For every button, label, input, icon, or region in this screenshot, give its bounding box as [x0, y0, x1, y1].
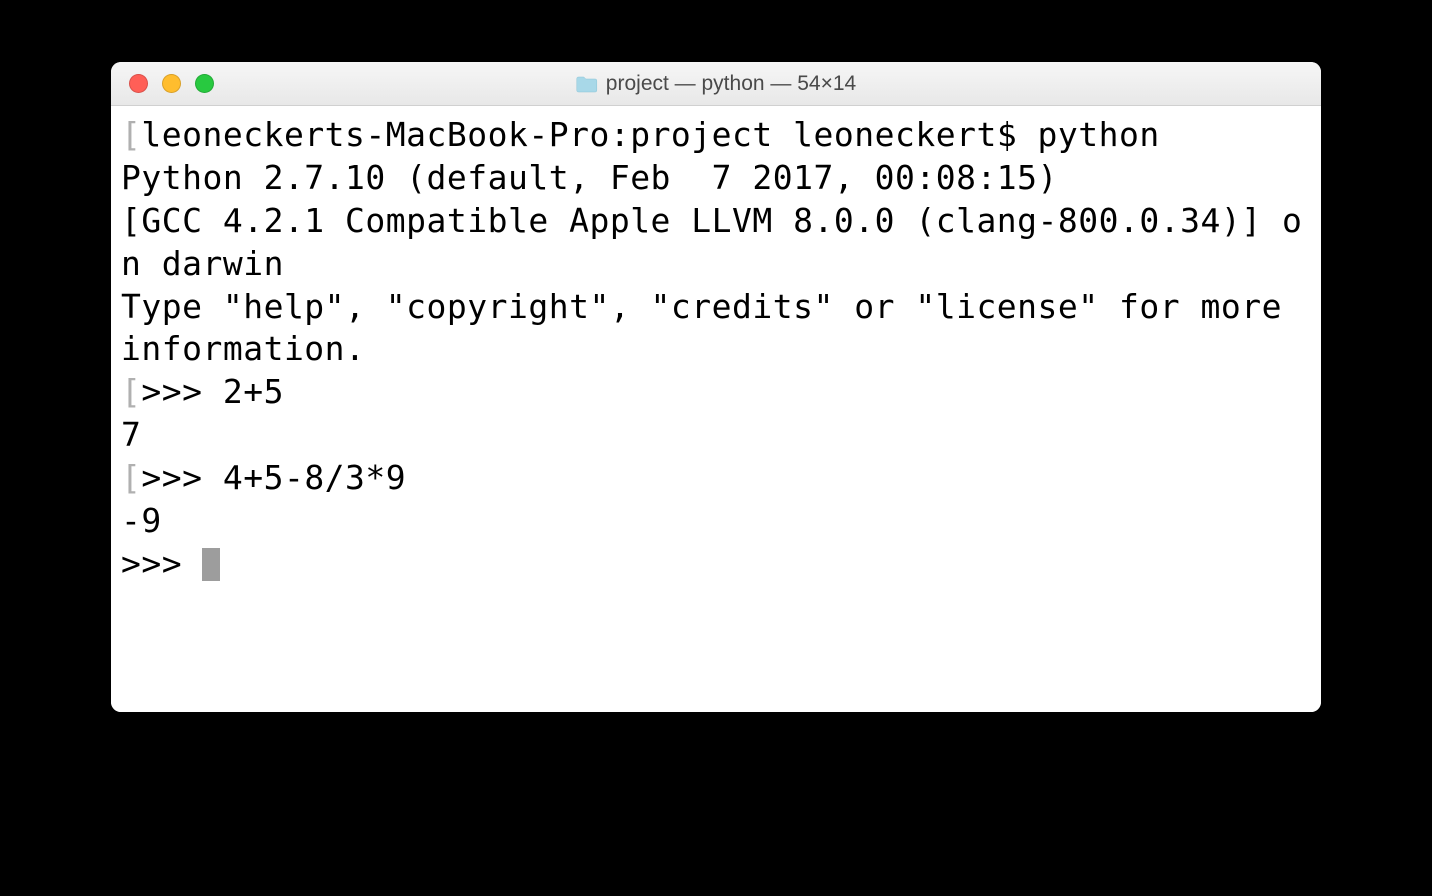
- traffic-lights: [129, 74, 214, 93]
- folder-icon: [576, 75, 598, 93]
- window-title-group: project — python — 54×14: [576, 72, 856, 96]
- terminal-line: -9: [121, 500, 1311, 543]
- terminal-cursor: [202, 548, 220, 581]
- terminal-line: [>>> 4+5-8/3*9: [121, 457, 1311, 500]
- terminal-line: [>>> 2+5: [121, 371, 1311, 414]
- terminal-line: Python 2.7.10 (default, Feb 7 2017, 00:0…: [121, 157, 1311, 200]
- terminal-line: 7: [121, 414, 1311, 457]
- bracket-icon: [: [121, 115, 141, 154]
- bracket-icon: [: [121, 372, 141, 411]
- close-button[interactable]: [129, 74, 148, 93]
- terminal-prompt-line: >>>: [121, 543, 1311, 586]
- terminal-line: [GCC 4.2.1 Compatible Apple LLVM 8.0.0 (…: [121, 200, 1311, 286]
- minimize-button[interactable]: [162, 74, 181, 93]
- maximize-button[interactable]: [195, 74, 214, 93]
- terminal-line: [leoneckerts-MacBook-Pro:project leoneck…: [121, 114, 1311, 157]
- terminal-line: Type "help", "copyright", "credits" or "…: [121, 286, 1311, 372]
- terminal-window: project — python — 54×14 [leoneckerts-Ma…: [111, 62, 1321, 712]
- terminal-prompt: >>>: [121, 544, 202, 583]
- window-titlebar[interactable]: project — python — 54×14: [111, 62, 1321, 106]
- terminal-content[interactable]: [leoneckerts-MacBook-Pro:project leoneck…: [111, 106, 1321, 712]
- bracket-icon: [: [121, 458, 141, 497]
- window-title-text: project — python — 54×14: [606, 72, 856, 96]
